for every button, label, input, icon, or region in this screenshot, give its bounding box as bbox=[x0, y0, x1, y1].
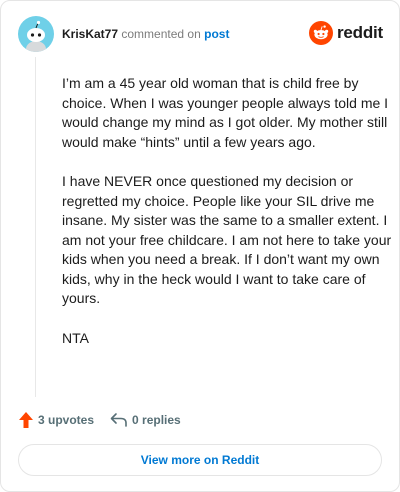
embedded-comment-card: KrisKat77 commented on post reddit I’m a… bbox=[0, 0, 400, 492]
snoo-avatar-icon[interactable] bbox=[18, 16, 54, 52]
reddit-logo-icon bbox=[308, 21, 333, 45]
replies-button[interactable]: 0 replies bbox=[110, 412, 181, 428]
upvote-arrow-icon bbox=[19, 412, 33, 428]
reddit-wordmark: reddit bbox=[336, 23, 383, 42]
comment-paragraph: I have NEVER once questioned my decision… bbox=[62, 173, 392, 306]
comment-header: KrisKat77 commented on post bbox=[18, 16, 229, 52]
comment-meta: KrisKat77 commented on post bbox=[62, 26, 229, 42]
comment-paragraph: I’m am a 45 year old woman that is child… bbox=[62, 75, 389, 150]
view-more-button[interactable]: View more on Reddit bbox=[18, 444, 382, 476]
commented-on-text: commented on bbox=[121, 27, 201, 41]
reply-count: 0 replies bbox=[132, 413, 181, 427]
post-link[interactable]: post bbox=[204, 27, 229, 41]
username-link[interactable]: KrisKat77 bbox=[62, 27, 118, 41]
reddit-brand[interactable]: reddit bbox=[308, 21, 383, 45]
thread-line bbox=[35, 57, 36, 397]
upvote-button[interactable]: 3 upvotes bbox=[18, 411, 94, 429]
comment-paragraph: NTA bbox=[62, 329, 89, 346]
comment-actions: 3 upvotes 0 replies bbox=[18, 411, 181, 429]
upvote-count: 3 upvotes bbox=[38, 413, 95, 427]
comment-body: I’m am a 45 year old woman that is child… bbox=[62, 74, 392, 368]
reply-arrow-icon bbox=[110, 413, 127, 427]
